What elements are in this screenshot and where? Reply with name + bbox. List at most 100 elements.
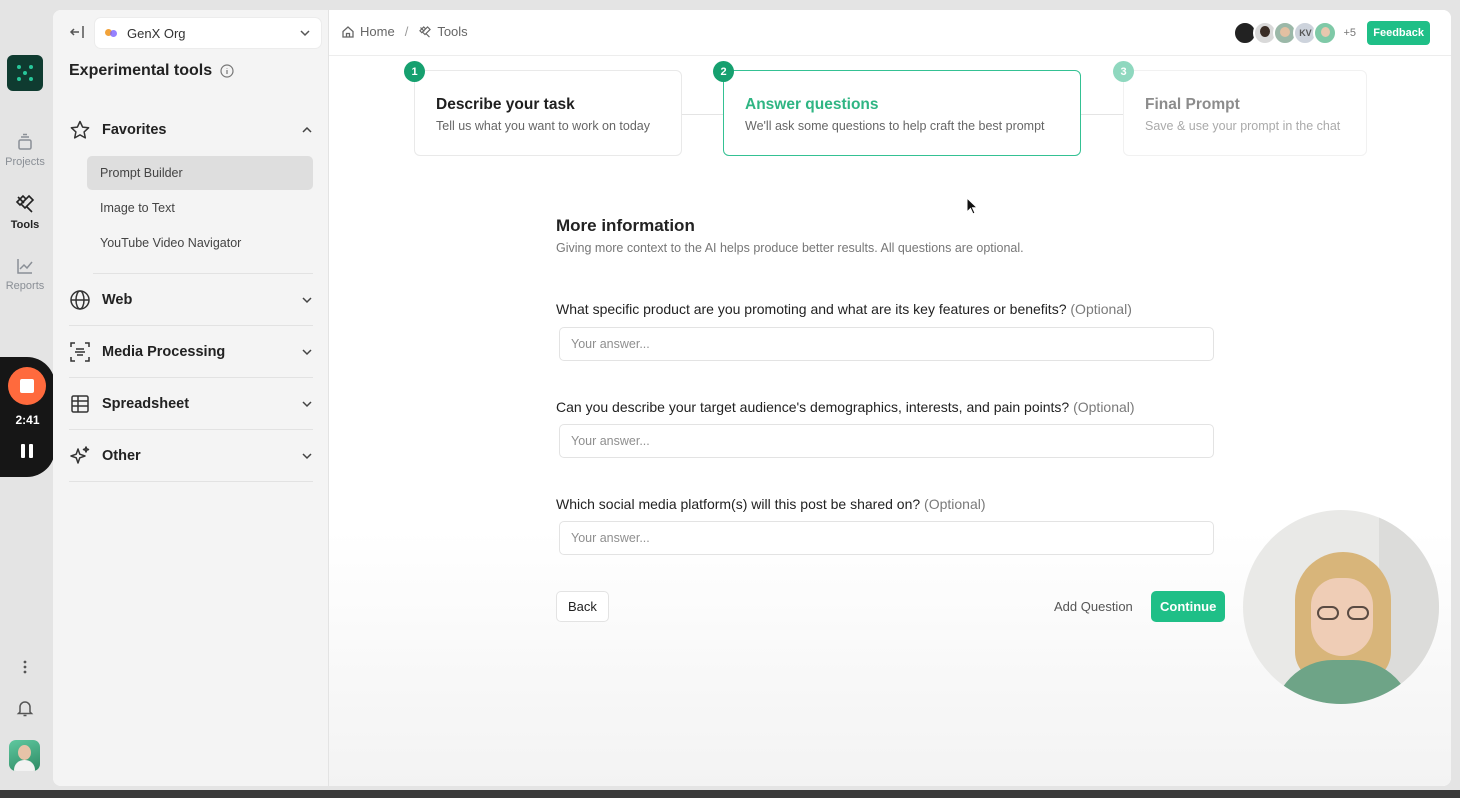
mouse-cursor-icon bbox=[966, 197, 978, 215]
breadcrumb-tools[interactable]: Tools bbox=[418, 24, 468, 39]
sidebar-title: Experimental tools bbox=[69, 62, 234, 80]
sidebar-item-label: YouTube Video Navigator bbox=[100, 236, 242, 250]
add-question-button[interactable]: Add Question bbox=[1054, 599, 1133, 614]
form-subtitle: Giving more context to the AI helps prod… bbox=[556, 241, 1024, 255]
rail-projects[interactable]: Projects bbox=[0, 132, 50, 168]
rail-tools-label: Tools bbox=[10, 219, 40, 231]
stop-recording-button[interactable] bbox=[8, 367, 46, 405]
recording-time: 2:41 bbox=[15, 413, 40, 427]
question-label: What specific product are you promoting … bbox=[556, 301, 1132, 317]
chevron-down-icon bbox=[302, 453, 312, 460]
group-media-processing[interactable]: Media Processing bbox=[69, 332, 313, 372]
bell-icon[interactable] bbox=[0, 698, 50, 723]
more-collaborators-count: +5 bbox=[1343, 27, 1356, 39]
step-answer-questions[interactable]: 2 Answer questions We'll ask some questi… bbox=[713, 61, 1081, 156]
feedback-button[interactable]: Feedback bbox=[1367, 21, 1430, 45]
optional-tag: (Optional) bbox=[1070, 301, 1132, 317]
pause-icon[interactable] bbox=[21, 444, 33, 458]
chevron-down-icon bbox=[300, 30, 310, 37]
sidebar-title-text: Experimental tools bbox=[69, 62, 213, 79]
divider bbox=[69, 377, 313, 378]
chevron-down-icon bbox=[302, 401, 312, 408]
group-favorites-label: Favorites bbox=[102, 122, 167, 138]
question-text: What specific product are you promoting … bbox=[556, 301, 1067, 317]
step-title: Describe your task bbox=[436, 96, 575, 113]
step-description: Save & use your prompt in the chat bbox=[1145, 119, 1341, 133]
group-other[interactable]: Other bbox=[69, 436, 313, 476]
breadcrumb-tools-label: Tools bbox=[437, 24, 468, 39]
collapse-left-icon bbox=[69, 26, 84, 38]
group-spreadsheet[interactable]: Spreadsheet bbox=[69, 384, 313, 424]
step-connector bbox=[681, 114, 723, 115]
collapse-sidebar-button[interactable] bbox=[61, 18, 93, 46]
step-final-prompt[interactable]: 3 Final Prompt Save & use your prompt in… bbox=[1113, 61, 1367, 156]
step-description: Tell us what you want to work on today bbox=[436, 119, 651, 133]
step-describe-task[interactable]: 1 Describe your task Tell us what you wa… bbox=[404, 61, 682, 156]
chevron-up-icon bbox=[302, 126, 312, 133]
step-title: Answer questions bbox=[745, 96, 879, 113]
step-number: 1 bbox=[404, 61, 425, 82]
breadcrumb-home-label: Home bbox=[360, 24, 395, 39]
step-title: Final Prompt bbox=[1145, 96, 1240, 113]
group-media-processing-label: Media Processing bbox=[102, 344, 226, 360]
breadcrumb-home[interactable]: Home bbox=[341, 24, 395, 39]
back-button[interactable]: Back bbox=[556, 591, 609, 622]
sidebar-item-label: Prompt Builder bbox=[100, 166, 183, 180]
step-description: We'll ask some questions to help craft t… bbox=[745, 119, 1045, 133]
rail-projects-label: Projects bbox=[5, 156, 45, 168]
table-icon bbox=[69, 393, 91, 415]
step-number: 2 bbox=[713, 61, 734, 82]
group-web[interactable]: Web bbox=[69, 280, 313, 320]
question-label: Can you describe your target audience's … bbox=[556, 399, 1135, 415]
rail-reports[interactable]: Reports bbox=[0, 256, 50, 292]
answer-input-3[interactable] bbox=[559, 521, 1214, 555]
rail-tools[interactable]: Tools bbox=[0, 193, 50, 231]
optional-tag: (Optional) bbox=[1073, 399, 1135, 415]
glasses-icon bbox=[1317, 606, 1339, 620]
sidebar-item-prompt-builder[interactable]: Prompt Builder bbox=[87, 156, 313, 190]
form-title: More information bbox=[556, 216, 695, 235]
collaborator-avatars[interactable]: KV +5 bbox=[1233, 21, 1356, 45]
group-other-label: Other bbox=[102, 448, 141, 464]
questions-form: More information Giving more context to … bbox=[556, 216, 1226, 622]
divider bbox=[69, 429, 313, 430]
breadcrumb: Home / Tools bbox=[341, 24, 468, 39]
more-vertical-icon[interactable] bbox=[0, 658, 50, 681]
group-favorites[interactable]: Favorites bbox=[69, 110, 313, 150]
tools-icon bbox=[419, 25, 432, 37]
continue-button[interactable]: Continue bbox=[1151, 591, 1226, 622]
sidebar: GenX Org Experimental tools Favorites Pr… bbox=[53, 10, 329, 786]
home-icon bbox=[342, 25, 354, 38]
webcam-overlay[interactable] bbox=[1243, 510, 1439, 704]
screen-bottom-edge bbox=[0, 790, 1460, 798]
sidebar-item-image-to-text[interactable]: Image to Text bbox=[87, 191, 313, 225]
answer-input-2[interactable] bbox=[559, 424, 1214, 458]
answer-input-1[interactable] bbox=[559, 327, 1214, 361]
sparkle-icon bbox=[69, 445, 91, 467]
step-number: 3 bbox=[1113, 61, 1134, 82]
glasses-icon bbox=[1347, 606, 1369, 620]
divider bbox=[93, 273, 313, 274]
chevron-down-icon bbox=[302, 297, 312, 304]
globe-icon bbox=[69, 289, 91, 311]
screen-recorder: 2:41 bbox=[0, 357, 55, 477]
avatar bbox=[1313, 21, 1338, 45]
divider bbox=[69, 325, 313, 326]
top-bar: Home / Tools KV +5 Feedback bbox=[329, 10, 1451, 56]
question-label: Which social media platform(s) will this… bbox=[556, 496, 986, 512]
sidebar-item-youtube-navigator[interactable]: YouTube Video Navigator bbox=[87, 226, 313, 260]
breadcrumb-separator: / bbox=[404, 24, 409, 39]
question-text: Can you describe your target audience's … bbox=[556, 399, 1070, 415]
org-selector[interactable]: GenX Org bbox=[94, 17, 322, 49]
layers-icon bbox=[18, 133, 32, 150]
app-logo[interactable] bbox=[7, 55, 43, 91]
tools-icon bbox=[15, 194, 35, 213]
rail-reports-label: Reports bbox=[5, 280, 45, 292]
optional-tag: (Optional) bbox=[924, 496, 986, 512]
info-icon[interactable] bbox=[220, 64, 234, 78]
user-avatar[interactable] bbox=[9, 740, 40, 771]
media-icon bbox=[69, 341, 91, 363]
group-spreadsheet-label: Spreadsheet bbox=[102, 396, 190, 412]
org-name: GenX Org bbox=[127, 25, 186, 41]
chevron-down-icon bbox=[302, 349, 312, 356]
